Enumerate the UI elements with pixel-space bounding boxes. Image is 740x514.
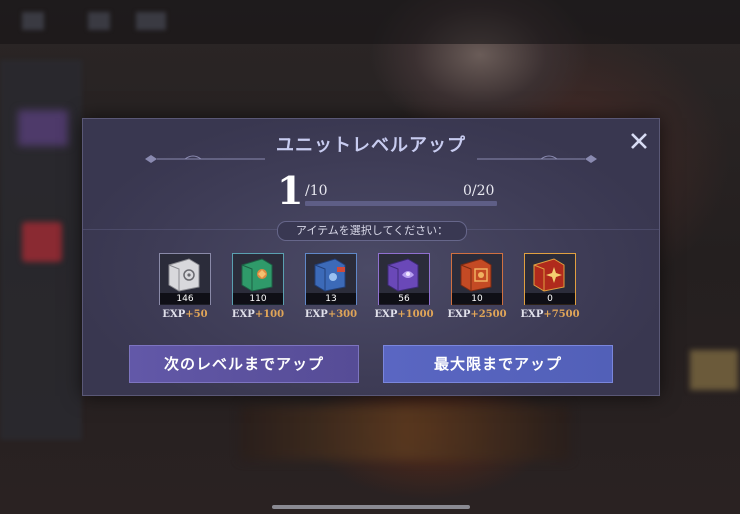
exp-item-slot[interactable]: 56 EXP+1000 bbox=[374, 253, 434, 321]
item-quantity: 10 bbox=[452, 293, 502, 305]
exp-item-list: 146 EXP+50 110 EXP+100 13 EXP+300 56 EXP… bbox=[159, 253, 580, 323]
title-ornament-left-icon bbox=[145, 155, 265, 163]
exp-progress-bar bbox=[305, 201, 497, 206]
background-item-slot bbox=[690, 350, 738, 390]
green-book-icon bbox=[241, 258, 273, 292]
exp-item-slot[interactable]: 10 EXP+2500 bbox=[447, 253, 507, 321]
level-up-dialog: ユニットレベルアップ 1 /10 0/20 アイテムを選択してください： 146 bbox=[82, 118, 660, 396]
item-exp-value: EXP+1000 bbox=[374, 309, 434, 320]
current-level: 1 bbox=[277, 168, 304, 213]
background-unit-icon bbox=[18, 110, 68, 146]
item-quantity: 146 bbox=[160, 293, 210, 305]
close-icon[interactable] bbox=[627, 129, 651, 153]
gold-book-icon bbox=[533, 258, 565, 292]
item-quantity: 110 bbox=[233, 293, 283, 305]
exp-item-slot[interactable]: 0 EXP+7500 bbox=[520, 253, 580, 321]
background-element-icon bbox=[22, 222, 62, 262]
item-quantity: 56 bbox=[379, 293, 429, 305]
title-ornament-right-icon bbox=[477, 155, 597, 163]
background-back-icon bbox=[22, 12, 44, 30]
item-quantity: 0 bbox=[525, 293, 575, 305]
blue-book-icon bbox=[314, 258, 346, 292]
background-equipment-row bbox=[240, 405, 570, 460]
level-up-max-button[interactable]: 最大限までアップ bbox=[383, 345, 613, 383]
exp-item-slot[interactable]: 13 EXP+300 bbox=[305, 253, 357, 321]
max-level: /10 bbox=[305, 183, 328, 199]
exp-item-slot[interactable]: 110 EXP+100 bbox=[232, 253, 284, 321]
item-exp-value: EXP+300 bbox=[304, 309, 358, 320]
white-book-icon bbox=[168, 258, 200, 292]
background-top-bar bbox=[0, 0, 740, 44]
item-exp-value: EXP+100 bbox=[231, 309, 285, 320]
exp-item-slot[interactable]: 146 EXP+50 bbox=[159, 253, 211, 321]
home-indicator[interactable] bbox=[272, 505, 470, 509]
select-item-prompt: アイテムを選択してください： bbox=[277, 221, 467, 241]
orange-book-icon bbox=[460, 258, 492, 292]
level-up-next-button[interactable]: 次のレベルまでアップ bbox=[129, 345, 359, 383]
purple-book-icon bbox=[387, 258, 419, 292]
background-home-icon bbox=[88, 12, 110, 30]
item-exp-value: EXP+50 bbox=[162, 309, 208, 320]
item-quantity: 13 bbox=[306, 293, 356, 305]
exp-counter: 0/20 bbox=[463, 183, 495, 199]
background-menu-icon bbox=[136, 12, 166, 30]
item-exp-value: EXP+2500 bbox=[447, 309, 507, 320]
item-exp-value: EXP+7500 bbox=[520, 309, 580, 320]
